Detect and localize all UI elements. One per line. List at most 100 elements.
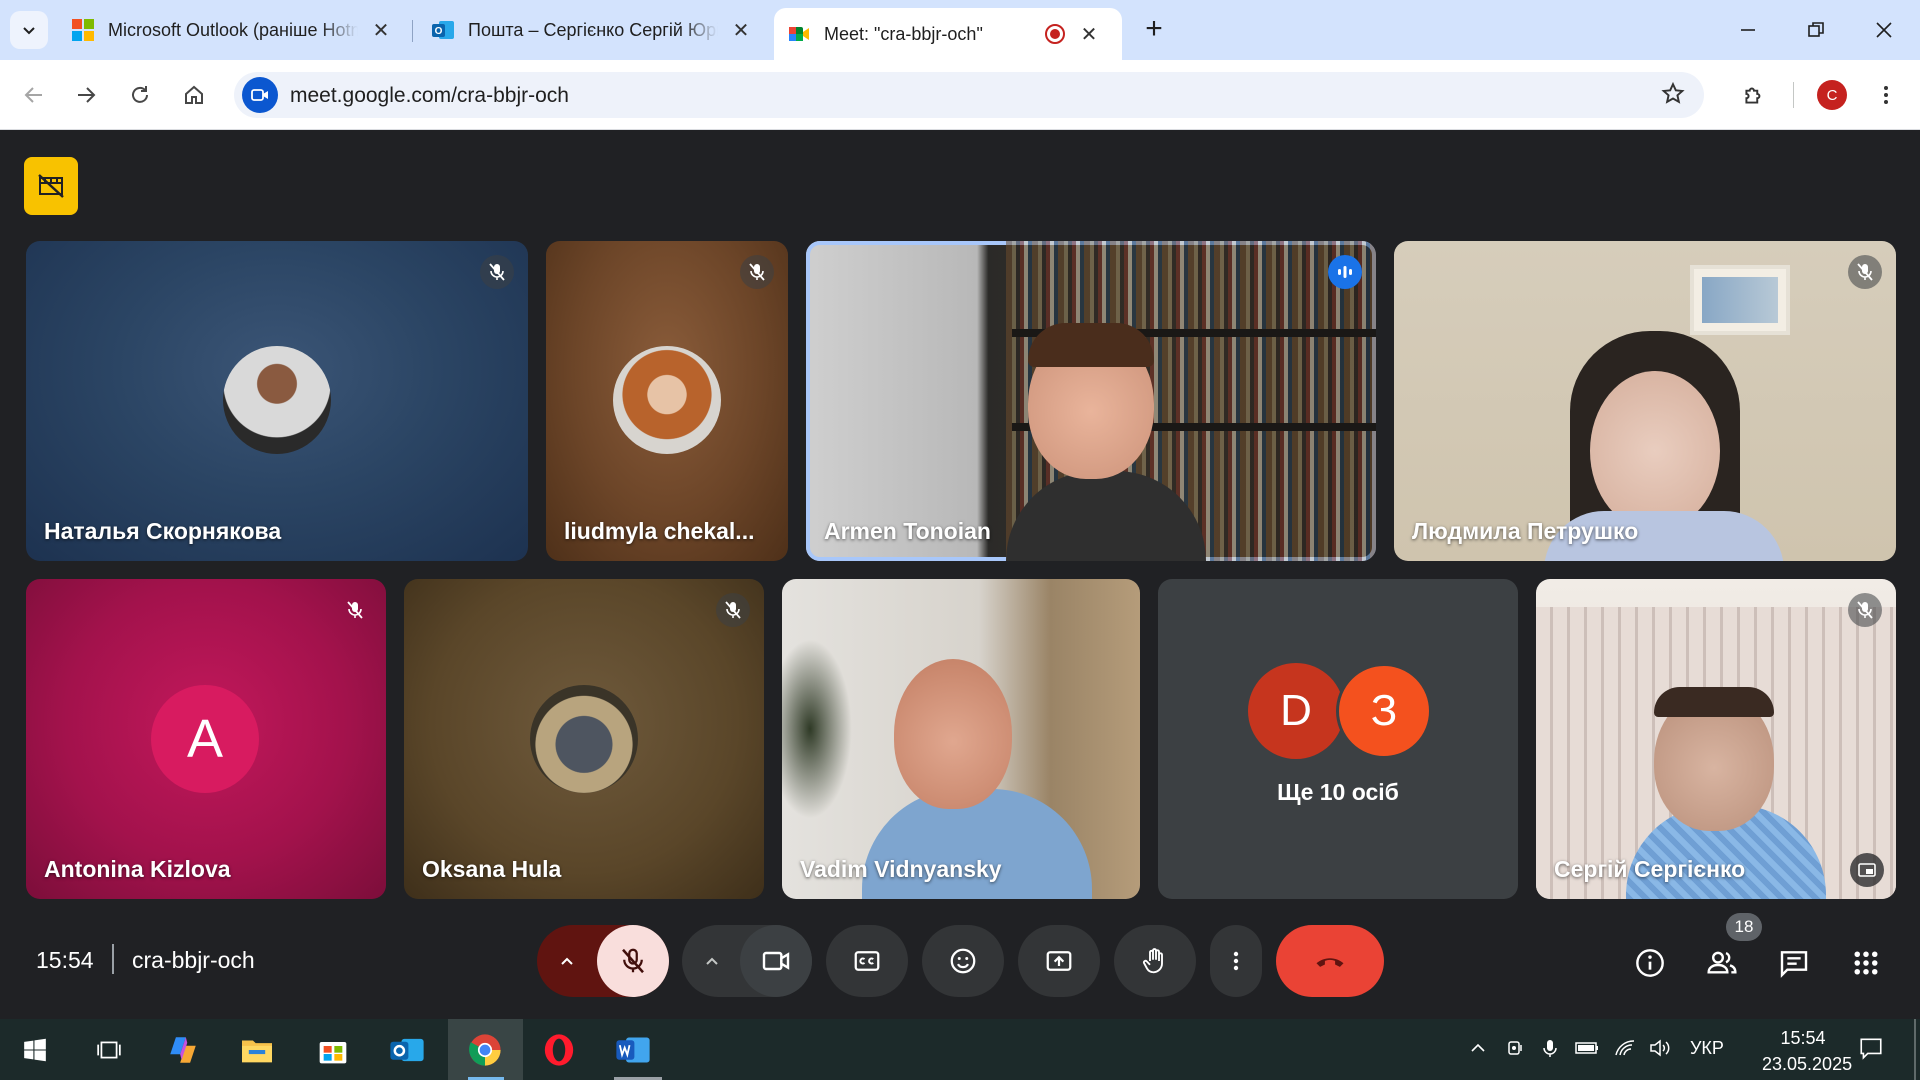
- person-hair: [1028, 323, 1154, 367]
- present-screen-button[interactable]: [1018, 925, 1100, 997]
- more-options-button[interactable]: [1210, 925, 1262, 997]
- home-icon: [185, 85, 203, 104]
- others-avatar: D: [1248, 663, 1344, 759]
- participant-tile-oksana-hula[interactable]: Oksana Hula: [404, 579, 764, 899]
- participant-tile-armen-tonoian[interactable]: Armen Tonoian: [806, 241, 1376, 561]
- chat-button[interactable]: [1772, 941, 1816, 985]
- others-count-label: Ще 10 осіб: [1277, 779, 1399, 805]
- folder-icon: [242, 1040, 272, 1063]
- back-button[interactable]: [14, 75, 54, 115]
- people-icon: [1707, 951, 1737, 974]
- tab-outlook-hotmail[interactable]: Microsoft Outlook (раніше Hotmail) ✕: [58, 8, 406, 52]
- file-explorer-app[interactable]: [236, 1029, 278, 1071]
- puzzle-icon: [1745, 87, 1761, 104]
- close-icon[interactable]: ✕: [730, 18, 752, 43]
- notifications-button[interactable]: [1858, 1035, 1884, 1066]
- outlook-app[interactable]: [386, 1029, 428, 1071]
- site-info-icon[interactable]: [242, 77, 278, 113]
- chevron-down-icon: [23, 27, 35, 35]
- people-button[interactable]: [1700, 941, 1744, 985]
- volume-tray[interactable]: [1648, 1038, 1672, 1063]
- participant-tile-liudmyla-petrushko[interactable]: Людмила Петрушко: [1394, 241, 1896, 561]
- participant-tile-serhii-serhiienko[interactable]: Сергій Сергієнко: [1536, 579, 1896, 899]
- plant: [782, 639, 852, 819]
- close-icon[interactable]: ✕: [370, 18, 392, 43]
- profile-avatar[interactable]: C: [1817, 80, 1847, 110]
- tab-title: Пошта – Сергієнко Сергій Юрійович: [468, 19, 718, 40]
- bookmark-star-icon[interactable]: [1660, 81, 1686, 114]
- minimize-icon: [1741, 29, 1755, 31]
- info-icon: [1636, 949, 1664, 977]
- participant-name: liudmyla chekal...: [564, 518, 755, 544]
- chevron-up-icon: [1471, 1043, 1485, 1052]
- raise-hand-button[interactable]: [1114, 925, 1196, 997]
- meeting-details-button[interactable]: [1628, 941, 1672, 985]
- tab-meet[interactable]: Meet: "cra-bbjr-och" ✕: [774, 8, 1122, 60]
- opera-icon: [544, 1034, 574, 1066]
- battery-tray[interactable]: [1574, 1038, 1600, 1063]
- reactions-button[interactable]: [922, 925, 1004, 997]
- audio-options-button[interactable]: [537, 925, 597, 997]
- extensions-button[interactable]: [1734, 75, 1774, 115]
- toggle-camera-button[interactable]: [740, 925, 812, 997]
- leave-call-button[interactable]: [1276, 925, 1384, 997]
- windows-logo-icon: [24, 1038, 46, 1062]
- others-tile[interactable]: D З Ще 10 осіб: [1158, 579, 1518, 899]
- tab-search-button[interactable]: [10, 11, 48, 49]
- minimize-button[interactable]: [1730, 12, 1766, 48]
- start-button[interactable]: [14, 1029, 56, 1071]
- word-app[interactable]: [612, 1029, 654, 1071]
- speaking-indicator-icon: [1328, 255, 1362, 289]
- tab-title: Meet: "cra-bbjr-och": [824, 23, 983, 44]
- forward-button[interactable]: [66, 75, 106, 115]
- participant-tile-antonina-kizlova[interactable]: A Antonina Kizlova: [26, 579, 386, 899]
- chrome-icon: [469, 1034, 501, 1066]
- tab-strip: Microsoft Outlook (раніше Hotmail) ✕ O П…: [0, 0, 1920, 60]
- show-hidden-icons-button[interactable]: [1468, 1038, 1488, 1063]
- opera-app[interactable]: [538, 1029, 580, 1071]
- show-desktop-button[interactable]: [1914, 1019, 1916, 1080]
- meet-icon: [789, 27, 809, 41]
- meet-stage: Наталья Скорнякова liudmyla chekal... Ar…: [0, 131, 1920, 1019]
- video-options-button[interactable]: [682, 925, 742, 997]
- reload-icon: [132, 86, 148, 103]
- microsoft-store-app[interactable]: [312, 1029, 354, 1071]
- participant-tile-liudmyla-chekal[interactable]: liudmyla chekal...: [546, 241, 788, 561]
- captions-button[interactable]: [826, 925, 908, 997]
- address-bar[interactable]: meet.google.com/cra-bbjr-och: [234, 72, 1704, 118]
- tab-divider: [412, 20, 413, 42]
- new-tab-button[interactable]: +: [1138, 14, 1170, 46]
- participant-name: Наталья Скорнякова: [44, 518, 282, 544]
- browser-menu-button[interactable]: [1866, 75, 1906, 115]
- reload-button[interactable]: [120, 75, 160, 115]
- picture-in-picture-icon[interactable]: [1850, 853, 1884, 887]
- recording-indicator[interactable]: [24, 157, 78, 215]
- person-head: [894, 659, 1012, 809]
- emoji-icon: [950, 948, 976, 974]
- close-window-button[interactable]: [1866, 12, 1902, 48]
- task-view-button[interactable]: [88, 1029, 130, 1071]
- meet-share-tray[interactable]: [1506, 1038, 1526, 1063]
- participant-avatar: [613, 346, 721, 454]
- notification-icon: [1860, 1038, 1882, 1060]
- restore-button[interactable]: [1798, 12, 1834, 48]
- taskbar-clock[interactable]: 15:54 23.05.2025: [1762, 1025, 1852, 1077]
- microphone-tray[interactable]: [1540, 1038, 1560, 1063]
- participant-tile-vadim-vidnyansky[interactable]: Vadim Vidnyansky: [782, 579, 1140, 899]
- participant-tile-nataliya[interactable]: Наталья Скорнякова: [26, 241, 528, 561]
- outlook-icon: [390, 1038, 424, 1062]
- input-language-indicator[interactable]: УКР: [1690, 1038, 1724, 1059]
- close-icon[interactable]: ✕: [1078, 22, 1100, 47]
- chrome-app[interactable]: [464, 1029, 506, 1071]
- network-tray[interactable]: [1614, 1038, 1638, 1063]
- tab-outlook-mail[interactable]: O Пошта – Сергієнко Сергій Юрійович ✕: [418, 8, 766, 52]
- apps-grid-icon: [1854, 951, 1878, 975]
- activities-button[interactable]: [1844, 941, 1888, 985]
- meeting-clock: 15:54: [36, 947, 94, 973]
- home-button[interactable]: [174, 75, 214, 115]
- end-call-icon: [1316, 958, 1344, 967]
- speaker-icon: [1650, 1039, 1670, 1057]
- microphone-icon: [1543, 1040, 1557, 1057]
- copilot-app[interactable]: [162, 1029, 204, 1071]
- toggle-mic-button[interactable]: [597, 925, 669, 997]
